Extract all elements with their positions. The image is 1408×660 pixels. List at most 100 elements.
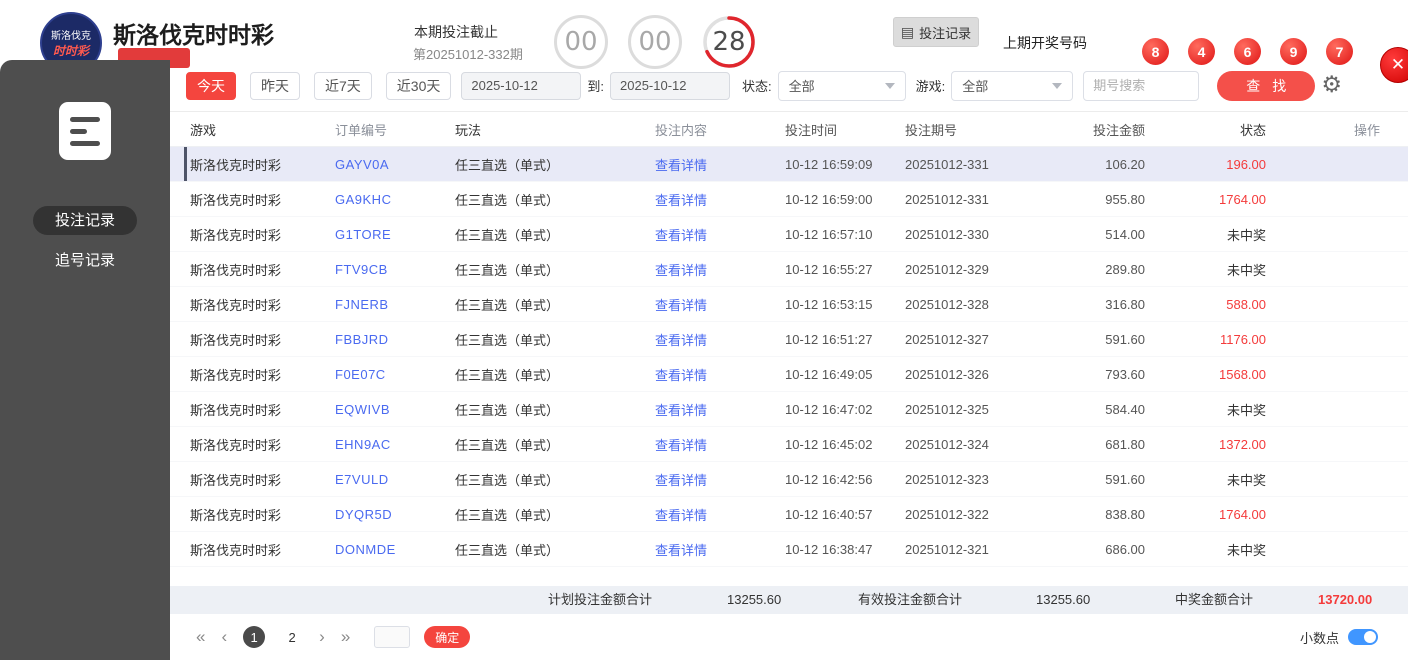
cell-bet-amount: 514.00	[1105, 226, 1145, 242]
cell-bet-time: 10-12 16:55:27	[785, 261, 873, 277]
cell-bet-issue: 20251012-328	[905, 296, 989, 312]
column-header-status: 状态	[1239, 122, 1266, 138]
column-header-issue: 投注期号	[905, 122, 958, 138]
cell-play-type: 任三直选（单式）	[455, 402, 560, 418]
cell-game: 斯洛伐克时时彩	[190, 297, 282, 313]
prev-page-button[interactable]: ‹	[221, 627, 227, 647]
cell-play-type: 任三直选（单式）	[455, 437, 560, 453]
view-detail-link[interactable]: 查看详情	[655, 193, 707, 208]
view-detail-link[interactable]: 查看详情	[655, 228, 707, 243]
cell-bet-issue: 20251012-325	[905, 401, 989, 417]
logo-text-line1: 斯洛伐克	[51, 31, 91, 42]
close-icon[interactable]: ✕	[1380, 47, 1408, 83]
page-jump-input[interactable]	[374, 626, 411, 648]
cell-game: 斯洛伐克时时彩	[190, 157, 282, 173]
table-row[interactable]: 斯洛伐克时时彩 FBBJRD 任三直选（单式） 查看详情 10-12 16:51…	[170, 322, 1408, 357]
document-icon: ▤	[900, 24, 915, 40]
cell-play-type: 任三直选（单式）	[455, 227, 560, 243]
table-row[interactable]: 斯洛伐克时时彩 DYQR5D 任三直选（单式） 查看详情 10-12 16:40…	[170, 497, 1408, 532]
column-header-content: 投注内容	[655, 122, 708, 138]
order-number-link[interactable]: GA9KHC	[335, 192, 455, 207]
cell-bet-time: 10-12 16:47:02	[785, 401, 873, 417]
cell-play-type: 任三直选（单式）	[455, 472, 560, 488]
order-number-link[interactable]: DYQR5D	[335, 507, 455, 522]
page-button-1[interactable]: 1	[243, 626, 266, 648]
table-row[interactable]: 斯洛伐克时时彩 GA9KHC 任三直选（单式） 查看详情 10-12 16:59…	[170, 182, 1408, 217]
pagination-bar: « ‹ 1 2 › » 确定 小数点	[170, 620, 1408, 654]
order-number-link[interactable]: E7VULD	[335, 472, 455, 487]
table-row[interactable]: 斯洛伐克时时彩 FTV9CB 任三直选（单式） 查看详情 10-12 16:55…	[170, 252, 1408, 287]
summary-bar: 计划投注金额合计 13255.60 有效投注金额合计 13255.60 中奖金额…	[170, 586, 1408, 614]
view-detail-link[interactable]: 查看详情	[655, 333, 707, 348]
cell-bet-issue: 20251012-324	[905, 436, 989, 452]
page-jump-confirm-button[interactable]: 确定	[424, 626, 471, 648]
order-number-link[interactable]: FJNERB	[335, 297, 455, 312]
order-number-link[interactable]: EHN9AC	[335, 437, 455, 452]
plan-total-label: 计划投注金额合计	[548, 592, 653, 607]
order-number-link[interactable]: G1TORE	[335, 227, 455, 242]
cell-bet-time: 10-12 16:49:05	[785, 366, 873, 382]
cell-bet-time: 10-12 16:59:00	[785, 191, 873, 207]
column-header-amount: 投注金额	[1092, 122, 1145, 138]
cell-bet-issue: 20251012-331	[905, 191, 989, 207]
bet-record-button-label: 投注记录	[919, 25, 972, 41]
cell-status: 未中奖	[1226, 402, 1266, 418]
order-number-link[interactable]: EQWIVB	[335, 402, 455, 417]
modal-sidebar: 投注记录 追号记录	[0, 60, 170, 660]
cell-bet-issue: 20251012-321	[905, 541, 989, 557]
cell-game: 斯洛伐克时时彩	[190, 192, 282, 208]
sidebar-item-chase-records[interactable]: 追号记录	[33, 249, 137, 273]
column-header-game: 游戏	[190, 122, 217, 138]
next-page-button[interactable]: ›	[319, 627, 325, 647]
order-number-link[interactable]: FBBJRD	[335, 332, 455, 347]
chevron-down-icon	[884, 82, 895, 89]
draw-ball: 9	[1280, 38, 1307, 65]
draw-ball: 8	[1142, 38, 1169, 65]
view-detail-link[interactable]: 查看详情	[655, 438, 707, 453]
view-detail-link[interactable]: 查看详情	[655, 473, 707, 488]
first-page-button[interactable]: «	[196, 627, 205, 647]
view-detail-link[interactable]: 查看详情	[655, 403, 707, 418]
cell-play-type: 任三直选（单式）	[455, 192, 560, 208]
table-row[interactable]: 斯洛伐克时时彩 EHN9AC 任三直选（单式） 查看详情 10-12 16:45…	[170, 427, 1408, 462]
table-row[interactable]: 斯洛伐克时时彩 GAYV0A 任三直选（单式） 查看详情 10-12 16:59…	[170, 147, 1408, 182]
cell-game: 斯洛伐克时时彩	[190, 367, 282, 383]
view-detail-link[interactable]: 查看详情	[655, 263, 707, 278]
order-number-link[interactable]: F0E07C	[335, 367, 455, 382]
last-page-button[interactable]: »	[341, 627, 350, 647]
table-row[interactable]: 斯洛伐克时时彩 DONMDE 任三直选（单式） 查看详情 10-12 16:38…	[170, 532, 1408, 567]
view-detail-link[interactable]: 查看详情	[655, 368, 707, 383]
table-row[interactable]: 斯洛伐克时时彩 FJNERB 任三直选（单式） 查看详情 10-12 16:53…	[170, 287, 1408, 322]
valid-total-value: 13255.60	[1036, 592, 1091, 607]
cell-status: 未中奖	[1226, 262, 1266, 278]
cell-bet-time: 10-12 16:57:10	[785, 226, 873, 242]
order-number-link[interactable]: DONMDE	[335, 542, 455, 557]
view-detail-link[interactable]: 查看详情	[655, 158, 707, 173]
deadline-issue: 第20251012-332期	[413, 47, 523, 62]
decimal-toggle-label: 小数点	[1299, 630, 1339, 646]
table-row[interactable]: 斯洛伐克时时彩 E7VULD 任三直选（单式） 查看详情 10-12 16:42…	[170, 462, 1408, 497]
view-detail-link[interactable]: 查看详情	[655, 543, 707, 558]
order-number-link[interactable]: FTV9CB	[335, 262, 455, 277]
win-total-label: 中奖金额合计	[1175, 592, 1254, 607]
page-button-2[interactable]: 2	[281, 630, 303, 645]
view-detail-link[interactable]: 查看详情	[655, 508, 707, 523]
valid-total-label: 有效投注金额合计	[858, 592, 963, 607]
view-detail-link[interactable]: 查看详情	[655, 298, 707, 313]
cell-game: 斯洛伐克时时彩	[190, 472, 282, 488]
table-row[interactable]: 斯洛伐克时时彩 G1TORE 任三直选（单式） 查看详情 10-12 16:57…	[170, 217, 1408, 252]
toggle-knob	[1364, 631, 1376, 643]
order-number-link[interactable]: GAYV0A	[335, 157, 455, 172]
countdown-digit: 00	[564, 27, 598, 57]
cell-status: 未中奖	[1226, 227, 1266, 243]
chevron-down-icon	[1052, 82, 1063, 89]
table-row[interactable]: 斯洛伐克时时彩 F0E07C 任三直选（单式） 查看详情 10-12 16:49…	[170, 357, 1408, 392]
sidebar-item-bet-records[interactable]: 投注记录	[33, 206, 137, 235]
bet-record-button[interactable]: ▤ 投注记录	[893, 17, 979, 47]
cell-bet-amount: 955.80	[1105, 191, 1145, 207]
cell-status: 588.00	[1226, 296, 1266, 312]
table-row[interactable]: 斯洛伐克时时彩 EQWIVB 任三直选（单式） 查看详情 10-12 16:47…	[170, 392, 1408, 427]
cell-bet-amount: 591.60	[1105, 471, 1145, 487]
decimal-toggle[interactable]	[1348, 629, 1378, 645]
cell-status: 1764.00	[1219, 191, 1266, 207]
